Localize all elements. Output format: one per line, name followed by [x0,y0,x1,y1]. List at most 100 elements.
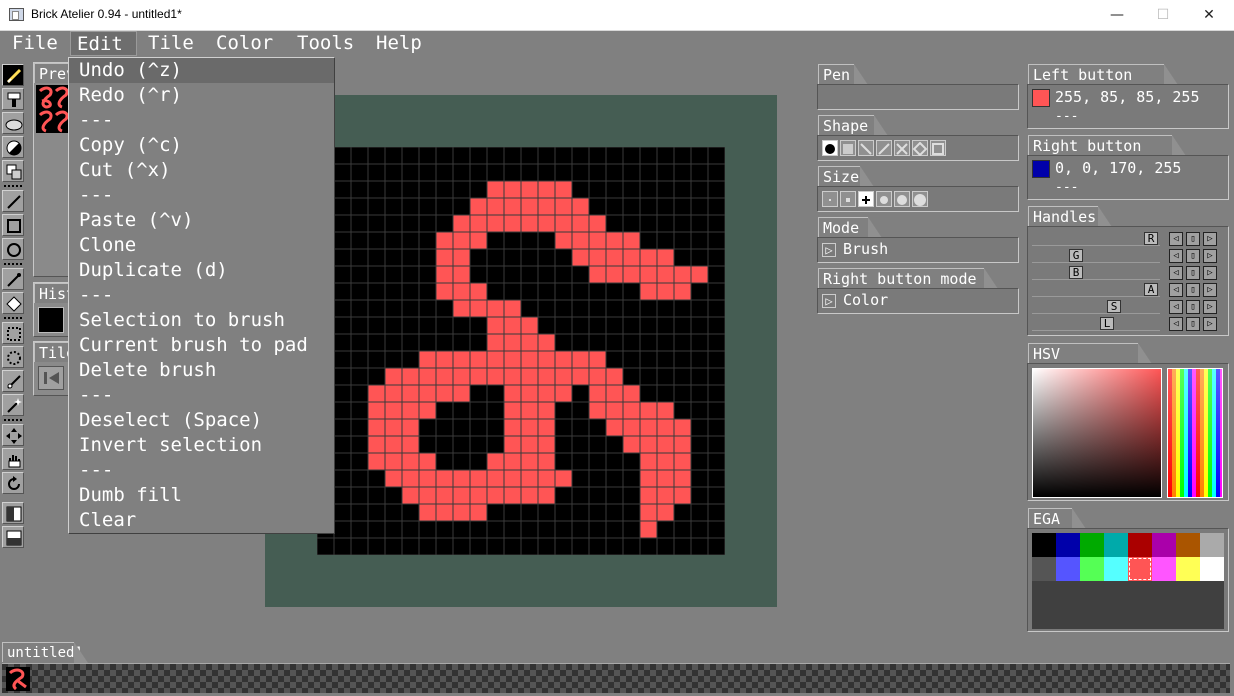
move-tool-icon[interactable] [2,292,24,314]
right-color-swatch[interactable] [1032,160,1050,178]
menu-item-copy[interactable]: Copy (^c) [69,133,334,158]
palette-swatch[interactable] [1152,533,1176,557]
eraser-tool-icon[interactable] [2,112,24,134]
handle-knob-l[interactable]: L [1100,317,1114,330]
handle-slider-r[interactable]: R [1032,232,1160,246]
palette-swatch[interactable] [1104,533,1128,557]
tile-strip-thumbnail[interactable] [6,667,30,691]
eyedropper-tool-icon[interactable] [2,268,24,290]
palette-swatch[interactable] [1080,557,1104,581]
menu-tools[interactable]: Tools [291,31,360,56]
handle-slider-b[interactable]: B [1032,266,1160,280]
menu-item-clone[interactable]: Clone [69,233,334,258]
handle-a-increase-button[interactable]: ▷ [1203,283,1217,297]
pan-arrows-icon[interactable] [2,424,24,446]
handle-r-increase-button[interactable]: ▷ [1203,232,1217,246]
hand-tool-icon[interactable] [2,448,24,470]
palette-swatch[interactable] [1200,533,1224,557]
palette-swatch[interactable] [1080,533,1104,557]
handle-slider-l[interactable]: L [1032,317,1160,331]
handle-knob-b[interactable]: B [1069,266,1083,279]
palette-swatch[interactable] [1032,533,1056,557]
hue-strip[interactable] [1167,368,1223,498]
size-4-icon[interactable] [876,191,892,207]
palette-swatch[interactable] [1128,533,1152,557]
menu-edit[interactable]: Edit [70,31,137,56]
menu-help[interactable]: Help [370,31,428,56]
mode-expand-icon[interactable]: ▷ [822,243,836,257]
menu-item-deselect[interactable]: Deselect (Space) [69,408,334,433]
left-color-swatch[interactable] [1032,89,1050,107]
handle-l-decrease-button[interactable]: ◁ [1169,317,1183,331]
palette-swatch[interactable] [1176,533,1200,557]
palette-swatch[interactable] [1152,557,1176,581]
menu-item-invert-selection[interactable]: Invert selection [69,433,334,458]
lasso-tool-icon[interactable] [2,370,24,392]
rect-select-tool-icon[interactable] [2,322,24,344]
circle-tool-icon[interactable] [2,238,24,260]
flip-horizontal-icon[interactable] [2,502,24,524]
handle-a-decrease-button[interactable]: ◁ [1169,283,1183,297]
palette-swatch[interactable] [1056,533,1080,557]
handle-l-increase-button[interactable]: ▷ [1203,317,1217,331]
document-tab-untitled1[interactable]: untitled1 [2,642,88,663]
palette-swatch-selected[interactable] [1128,557,1152,581]
minimize-button[interactable]: — [1094,0,1140,31]
mode-selector[interactable]: ▷ Brush [817,237,1019,263]
pen-field[interactable] [817,84,1019,110]
menu-item-redo[interactable]: Redo (^r) [69,83,334,108]
handle-b-increase-button[interactable]: ▷ [1203,266,1217,280]
palette-swatch[interactable] [1200,557,1224,581]
menu-item-clear[interactable]: Clear [69,508,334,533]
shape-backslash-icon[interactable] [858,140,874,156]
flip-vertical-icon[interactable] [2,526,24,548]
size-2-icon[interactable] [840,191,856,207]
palette-swatch[interactable] [1176,557,1200,581]
handle-r-decrease-button[interactable]: ◁ [1169,232,1183,246]
shape-diamond-icon[interactable] [912,140,928,157]
menu-tile[interactable]: Tile [142,31,200,56]
ellipse-select-tool-icon[interactable] [2,346,24,368]
handle-knob-s[interactable]: S [1107,300,1121,313]
shape-square-icon[interactable] [840,140,856,156]
menu-file[interactable]: File [6,31,64,56]
tiles-first-button[interactable] [38,366,64,390]
size-3-icon[interactable] [858,191,874,207]
handle-knob-a[interactable]: A [1144,283,1158,296]
handle-g-reset-button[interactable]: ▯ [1186,249,1200,263]
handle-slider-a[interactable]: A [1032,283,1160,297]
handle-knob-g[interactable]: G [1069,249,1083,262]
handle-g-decrease-button[interactable]: ◁ [1169,249,1183,263]
shape-hollow-square-icon[interactable] [930,140,946,156]
palette-swatch[interactable] [1032,557,1056,581]
right-button-mode-expand-icon[interactable]: ▷ [822,294,836,308]
handle-a-reset-button[interactable]: ▯ [1186,283,1200,297]
saturation-value-square[interactable] [1032,368,1162,498]
fill-tool-icon[interactable] [2,136,24,158]
close-button[interactable]: ✕ [1186,0,1232,31]
rotate-tool-icon[interactable] [2,472,24,494]
menu-item-duplicate[interactable]: Duplicate (d) [69,258,334,283]
handle-slider-s[interactable]: S [1032,300,1160,314]
clone-tool-icon[interactable] [2,160,24,182]
handle-knob-r[interactable]: R [1144,232,1158,245]
size-1-icon[interactable] [822,191,838,207]
right-button-mode-selector[interactable]: ▷ Color [817,288,1019,314]
handle-b-decrease-button[interactable]: ◁ [1169,266,1183,280]
handle-slider-g[interactable]: G [1032,249,1160,263]
shape-slash-icon[interactable] [876,140,892,156]
pencil-tool-icon[interactable] [2,64,24,86]
menu-item-cut[interactable]: Cut (^x) [69,158,334,183]
size-5-icon[interactable] [894,191,910,207]
magic-wand-tool-icon[interactable] [2,394,24,416]
menu-item-delete-brush[interactable]: Delete brush [69,358,334,383]
history-thumbnail[interactable] [38,307,64,333]
menu-item-paste[interactable]: Paste (^v) [69,208,334,233]
line-tool-icon[interactable] [2,190,24,212]
handle-l-reset-button[interactable]: ▯ [1186,317,1200,331]
handle-b-reset-button[interactable]: ▯ [1186,266,1200,280]
menu-item-current-brush-to-pad[interactable]: Current brush to pad [69,333,334,358]
handle-s-decrease-button[interactable]: ◁ [1169,300,1183,314]
shape-cross-icon[interactable] [894,140,910,156]
handle-g-increase-button[interactable]: ▷ [1203,249,1217,263]
